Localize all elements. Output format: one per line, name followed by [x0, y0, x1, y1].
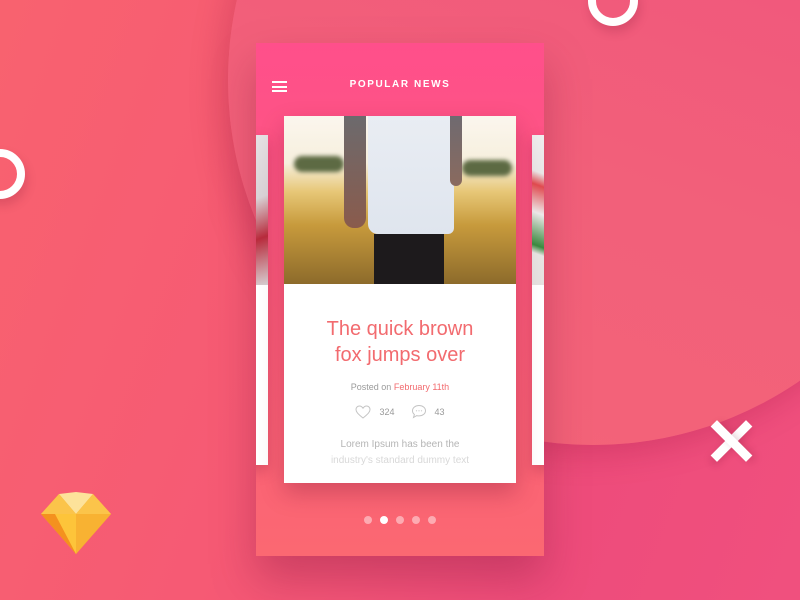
pagination-dots	[256, 516, 544, 524]
pagination-dot[interactable]	[412, 516, 420, 524]
posted-date[interactable]: February 11th	[394, 382, 449, 392]
previous-card[interactable]	[256, 135, 268, 465]
sketch-diamond-icon	[41, 492, 111, 554]
news-card[interactable]: The quick brown fox jumps over Posted on…	[284, 116, 516, 483]
posted-prefix: Posted on	[350, 382, 392, 392]
pagination-dot[interactable]	[364, 516, 372, 524]
comment-button[interactable]: 43	[411, 404, 445, 419]
image-tree	[462, 160, 512, 176]
article-stats: 324 43	[284, 404, 516, 419]
pagination-dot[interactable]	[396, 516, 404, 524]
headline-line: The quick brown	[326, 318, 474, 340]
heart-icon	[355, 404, 371, 419]
phone-screen: POPULAR NEWS The quick brown fox jumps o…	[256, 43, 544, 556]
pagination-dot-active[interactable]	[380, 516, 388, 524]
image-pants	[374, 234, 444, 284]
pagination-dot[interactable]	[428, 516, 436, 524]
article-image	[284, 116, 516, 284]
article-excerpt: Lorem Ipsum has been the industry's stan…	[284, 437, 516, 469]
excerpt-line: Lorem Ipsum has been the	[340, 439, 460, 450]
ring-decoration-left	[0, 149, 25, 199]
page-title: POPULAR NEWS	[349, 79, 451, 90]
headline-line: fox jumps over	[334, 344, 466, 366]
next-card[interactable]	[532, 135, 544, 465]
posted-info: Posted on February 11th	[284, 382, 516, 392]
next-card-image	[532, 135, 544, 285]
previous-card-image	[256, 135, 268, 285]
image-tree	[294, 156, 344, 172]
excerpt-line: industry's standard dummy text	[330, 455, 470, 466]
article-headline[interactable]: The quick brown fox jumps over	[284, 316, 516, 368]
image-shirt	[368, 116, 454, 234]
image-arm	[344, 116, 366, 228]
like-count: 324	[379, 406, 395, 417]
x-decoration-icon	[708, 418, 754, 464]
like-button[interactable]: 324	[355, 404, 395, 419]
comment-bubble-icon	[411, 404, 426, 419]
image-arm	[450, 116, 462, 186]
comment-count: 43	[434, 406, 445, 417]
